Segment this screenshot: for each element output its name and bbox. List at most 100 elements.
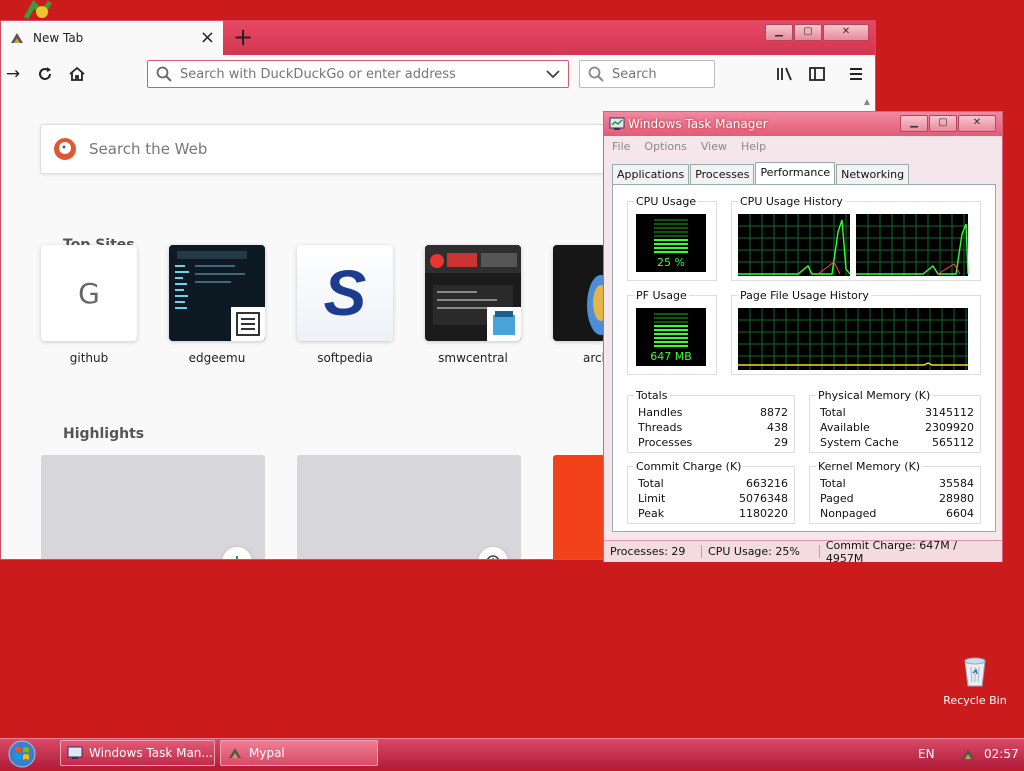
task-manager-titlebar[interactable]: Windows Task Manager ▁ ▢ ✕ [604,112,1002,136]
performance-panel: CPU Usage 25 % CPU Usage History PF Usag… [612,184,996,532]
tab-new-tab[interactable]: New Tab × [1,21,223,55]
tab-close-icon[interactable]: × [200,29,215,47]
url-input[interactable] [178,65,546,83]
tab-performance[interactable]: Performance [755,162,836,184]
windows-logo-icon [8,740,36,768]
task-manager-icon [67,746,83,759]
highlight-card[interactable] [41,455,265,559]
highlight-card[interactable] [553,455,605,559]
highlights-title: Highlights [63,426,145,442]
physical-cache-value: 565112 [932,436,974,449]
edgeemu-thumbnail [169,245,265,341]
url-bar[interactable] [147,60,569,88]
kernel-paged-label: Paged [820,492,854,505]
commit-total-value: 663216 [746,477,788,490]
kernel-paged-value: 28980 [939,492,974,505]
tm-close-button[interactable]: ✕ [958,115,996,132]
top-site-softpedia[interactable]: S [297,245,393,341]
clock[interactable]: 02:57 [984,739,1019,769]
taskbar-item-task-manager[interactable]: Windows Task Man... [60,740,215,766]
physical-total-label: Total [820,406,846,419]
taskbar-item-label: Mypal [249,746,285,760]
tab-title: New Tab [33,31,84,45]
pf-history-graph [738,308,968,370]
duckduckgo-icon [54,138,76,160]
pf-history-group: Page File Usage History [731,289,981,375]
cpu-history-label: CPU Usage History [738,195,845,208]
physical-memory-title: Physical Memory (K) [816,389,933,402]
arch-thumbnail [553,245,605,341]
tray-app-icon[interactable] [960,739,976,769]
mypal-icon [229,748,241,758]
language-indicator[interactable]: EN [918,739,935,769]
maximize-button[interactable]: ▢ [794,24,822,41]
cpu-usage-value: 25 % [657,256,685,269]
search-bar[interactable] [579,60,715,88]
totals-threads-label: Threads [638,421,683,434]
menu-help[interactable]: Help [741,140,766,153]
recycle-bin[interactable]: Recycle Bin [940,655,1010,707]
task-manager-window: Windows Task Manager ▁ ▢ ✕ File Options … [603,111,1003,565]
recycle-bin-icon [964,657,986,687]
search-icon [588,66,604,82]
menu-view[interactable]: View [701,140,727,153]
close-button[interactable]: ✕ [823,24,869,41]
tab-networking[interactable]: Networking [836,164,910,184]
pf-history-label: Page File Usage History [738,289,871,302]
totals-group: Totals Handles 8872 Threads 438 Processe… [627,389,795,453]
task-manager-title: Windows Task Manager [628,117,768,131]
forward-icon[interactable]: → [1,63,25,85]
smwcentral-thumbnail [425,245,521,341]
kernel-memory-group: Kernel Memory (K) Total 35584 Paged 2898… [809,460,981,524]
task-manager-menubar: File Options View Help [604,136,1002,156]
window-controls: ▁ ▢ ✕ [765,24,869,41]
desktop-app-icon[interactable] [22,0,56,20]
commit-charge-title: Commit Charge (K) [634,460,744,473]
library-icon[interactable] [773,63,797,85]
tm-minimize-button[interactable]: ▁ [900,115,928,132]
top-site-arch[interactable] [553,245,605,341]
commit-charge-group: Commit Charge (K) Total 663216 Limit 507… [627,460,795,524]
top-site-github[interactable]: G [41,245,137,341]
web-search-placeholder: Search the Web [89,140,208,158]
physical-memory-group: Physical Memory (K) Total 3145112 Availa… [809,389,981,453]
navigation-toolbar: → [1,55,875,96]
tile-letter: G [78,276,100,310]
chevron-down-icon[interactable] [546,69,560,79]
menu-icon[interactable] [844,63,868,85]
sidebar-icon[interactable] [805,63,829,85]
mypal-favicon-icon [11,33,23,43]
physical-cache-label: System Cache [820,436,899,449]
cpu-usage-group: CPU Usage 25 % [627,195,717,281]
taskbar-item-label: Windows Task Man... [89,746,213,760]
tab-bar: New Tab × + ▁ ▢ ✕ [1,21,875,55]
home-icon[interactable] [65,63,89,85]
kernel-total-value: 35584 [939,477,974,490]
search-input[interactable] [610,65,704,83]
minimize-button[interactable]: ▁ [765,24,793,41]
clock-icon [478,547,508,559]
totals-processes-value: 29 [774,436,788,449]
highlight-card[interactable] [297,455,521,559]
web-search-box[interactable]: Search the Web [40,124,642,174]
tab-processes[interactable]: Processes [690,164,755,184]
pf-usage-value: 647 MB [650,350,692,363]
start-button[interactable] [4,740,42,768]
menu-file[interactable]: File [612,140,630,153]
tab-applications[interactable]: Applications [612,164,690,184]
top-site-smwcentral[interactable] [425,245,521,341]
physical-available-label: Available [820,421,870,434]
new-tab-button[interactable]: + [231,23,255,51]
task-manager-window-controls: ▁ ▢ ✕ [900,115,996,132]
top-site-edgeemu[interactable] [169,245,265,341]
reload-icon[interactable] [33,63,57,85]
tm-maximize-button[interactable]: ▢ [929,115,957,132]
physical-total-value: 3145112 [925,406,974,419]
totals-handles-label: Handles [638,406,683,419]
pf-usage-group: PF Usage 647 MB [627,289,717,375]
taskbar-item-mypal[interactable]: Mypal [220,740,378,766]
menu-options[interactable]: Options [644,140,686,153]
commit-peak-label: Peak [638,507,665,520]
scroll-up-icon[interactable]: ▲ [861,97,873,109]
commit-total-label: Total [638,477,664,490]
